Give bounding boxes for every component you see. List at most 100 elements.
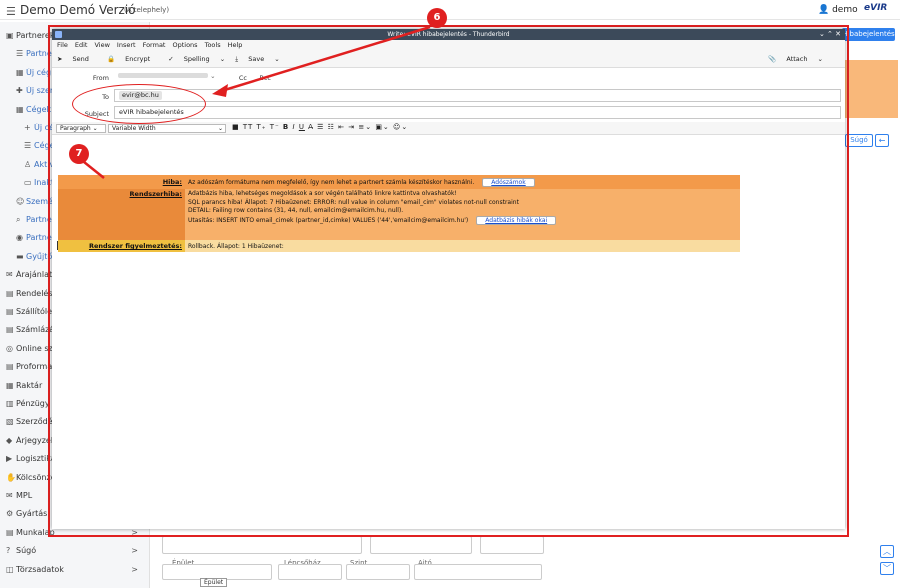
error-text: Adatbázis hiba, lehetséges megoldások a …	[188, 190, 457, 197]
hand-icon: ✋	[6, 472, 16, 482]
scroll-up-button[interactable]: ︿	[880, 545, 894, 558]
ajto-input[interactable]	[414, 564, 542, 580]
paragraph-select[interactable]: Paragraph ⌄	[56, 124, 106, 133]
compose-window-title: Write: eVIR hibabejelentés - Thunderbird	[387, 31, 510, 38]
form-field-bg-2[interactable]	[370, 536, 472, 554]
error-text: Az adószám formátuma nem megfelelő, így …	[188, 179, 475, 186]
error-content: Rollback. Állapot: 1 Hibaüzenet:	[185, 240, 740, 252]
spell-icon: ✓	[168, 55, 174, 63]
error-line: Utasítás: INSERT INTO email_cimek (partn…	[188, 215, 740, 226]
callout-6: 6	[427, 8, 447, 28]
error-line: DETAIL: Failing row contains (31, 44, nu…	[188, 207, 740, 216]
menu-item[interactable]: File	[57, 41, 68, 49]
document-icon: ▤	[6, 527, 14, 537]
error-link-button[interactable]: Adószámok	[482, 178, 535, 187]
user-name: demo	[832, 5, 858, 15]
sidebar-item[interactable]: ? Súgó >	[6, 546, 146, 555]
document-icon: ▤	[6, 288, 14, 298]
color-swatch-icon[interactable]: ■	[232, 123, 240, 131]
bcc-label[interactable]: Bcc	[206, 74, 271, 82]
user-menu[interactable]: 👤 demo	[818, 5, 858, 15]
attach-button[interactable]: 📎 Attach ⌄	[768, 51, 823, 68]
error-link-button[interactable]: Adatbázis hibák okai	[476, 215, 557, 225]
text-size-icon[interactable]: TT T₊ T⁻	[243, 123, 280, 131]
users-icon: ☺	[16, 196, 25, 206]
help-icon: ?	[6, 546, 11, 556]
underline-icon[interactable]: U	[299, 123, 305, 131]
menu-item[interactable]: View	[94, 41, 109, 49]
form-field-bg-1[interactable]	[162, 536, 362, 554]
chat-icon: ✉	[6, 270, 13, 280]
tag-icon: ◆	[6, 435, 13, 445]
error-line: Az adószám formátuma nem megfelelő, így …	[188, 178, 740, 188]
chevron-right-icon: >	[131, 546, 138, 556]
save-button[interactable]: ⤓ Save ⌄	[235, 55, 279, 63]
error-line: Rollback. Állapot: 1 Hibaüzenet:	[188, 243, 740, 252]
menu-item[interactable]: Help	[228, 41, 243, 49]
error-line: Adatbázis hiba, lehetséges megoldások a …	[188, 190, 740, 199]
person-icon: ♙	[24, 159, 32, 169]
error-strip-bg	[845, 60, 898, 118]
contract-icon: ▧	[6, 417, 14, 427]
thunderbird-icon	[55, 31, 62, 38]
menu-item[interactable]: Insert	[117, 41, 136, 49]
menu-toggle-icon[interactable]: ☰	[6, 5, 16, 18]
back-button[interactable]: ←	[875, 134, 889, 147]
list-icon: ☰	[16, 49, 24, 59]
database-icon: ◫	[6, 564, 14, 574]
send-icon: ➤	[57, 55, 63, 63]
app-subtitle: (A telephely)	[124, 6, 170, 14]
list-icons[interactable]: A̶ ☰ ☷ ⇤ ⇥ ≡⌄ ▣⌄ ☺⌄	[308, 123, 408, 131]
italic-icon[interactable]: I	[293, 123, 296, 131]
globe-icon: ◎	[6, 343, 13, 353]
compose-menubar: File Edit View Insert Format Options Tools Help	[52, 40, 845, 51]
menu-item[interactable]: Edit	[75, 41, 88, 49]
format-icons[interactable]: ■ TT T₊ T⁻ B I U A̶ ☰ ☷ ⇤ ⇥ ≡⌄ ▣⌄ ☺⌄	[232, 123, 408, 131]
hiba-button[interactable]: Hibabejelentés	[842, 28, 895, 41]
message-body[interactable]: Hiba: Az adószám formátuma nem megfelelő,…	[52, 135, 845, 529]
bold-icon[interactable]: B	[283, 123, 289, 131]
sidebar-item-label: Pénzügy	[16, 399, 50, 408]
text-cursor	[57, 241, 58, 250]
encrypt-button[interactable]: 🔒 Encrypt	[107, 55, 158, 63]
lepcsohaz-input[interactable]	[278, 564, 342, 580]
help-button[interactable]: Súgó	[845, 134, 873, 147]
search-icon: ⌕	[16, 215, 21, 224]
building-icon: ▦	[16, 104, 24, 114]
compose-titlebar: Write: eVIR hibabejelentés - Thunderbird…	[52, 29, 845, 40]
tooltip: Épület	[200, 578, 228, 587]
building-icon: ▦	[16, 67, 24, 77]
sidebar-item[interactable]: ◫ Törzsadatok >	[6, 565, 146, 574]
save-icon: ⤓	[235, 55, 239, 63]
font-select[interactable]: Variable Width ⌄	[108, 124, 226, 133]
error-row: Rendszerhiba: Adatbázis hiba, lehetséges …	[58, 189, 740, 240]
list-icon: ☰	[24, 141, 32, 151]
form-field-bg-3[interactable]	[480, 536, 544, 554]
sidebar-item-label: Raktár	[16, 380, 43, 390]
to-field[interactable]: evir@bc.hu	[114, 89, 841, 102]
highlight-ellipse	[72, 84, 206, 124]
from-label: From	[92, 74, 109, 82]
document-icon: ▤	[6, 325, 14, 335]
sidebar-item-label: MPL	[16, 491, 33, 500]
truck-icon: ▶	[6, 454, 13, 464]
spelling-button[interactable]: ✓ Spelling ⌄	[168, 55, 225, 63]
handshake-icon: ▣	[6, 31, 14, 40]
subject-field[interactable]: eVIR hibabejelentés	[114, 106, 841, 119]
menu-item[interactable]: Options	[172, 41, 197, 49]
send-button[interactable]: ➤ Send	[57, 55, 97, 63]
menu-item[interactable]: Format	[143, 41, 166, 49]
bed-icon: ▭	[24, 178, 32, 188]
logo[interactable]: eVIR	[864, 3, 887, 13]
szint-input[interactable]	[346, 564, 410, 580]
mail-icon: ✉	[6, 491, 13, 500]
error-text: Rollback. Állapot: 1 Hibaüzenet:	[188, 243, 284, 250]
error-label: Rendszerhiba:	[58, 189, 185, 240]
window-controls[interactable]: ⌄ ⌃ ✕	[819, 29, 841, 40]
plus-icon: +	[24, 123, 31, 132]
menu-item[interactable]: Tools	[205, 41, 221, 49]
chevron-right-icon: >	[131, 564, 138, 574]
paperclip-icon: 📎	[768, 55, 777, 63]
scroll-down-button[interactable]: ﹀	[880, 562, 894, 575]
money-icon: ▥	[6, 399, 14, 408]
